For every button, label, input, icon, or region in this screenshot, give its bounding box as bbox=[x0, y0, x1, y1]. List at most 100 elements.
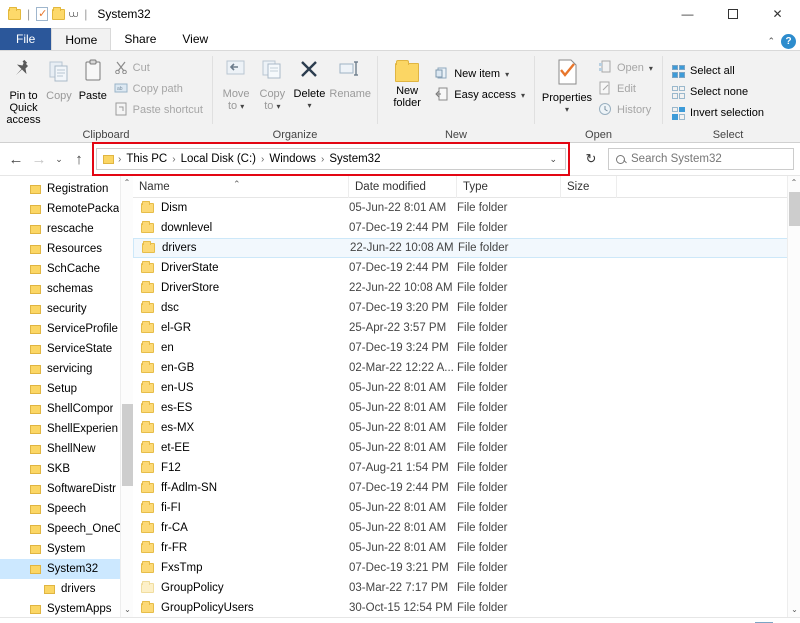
breadcrumb-windows[interactable]: Windows bbox=[265, 153, 320, 165]
tree-item[interactable]: drivers bbox=[0, 579, 133, 599]
tree-item[interactable]: security bbox=[0, 299, 133, 319]
collapse-ribbon-icon[interactable]: ⌃ bbox=[767, 36, 775, 47]
address-dropdown-icon[interactable]: ⌄ bbox=[549, 154, 561, 165]
breadcrumb-this-pc[interactable]: This PC bbox=[122, 153, 171, 165]
open-button[interactable]: Open ▾ bbox=[595, 59, 656, 77]
nav-scroll-down-icon[interactable]: ⌄ bbox=[121, 603, 133, 617]
file-scroll-thumb[interactable] bbox=[789, 192, 800, 226]
customize-caret-icon[interactable]: ⩊ bbox=[69, 9, 78, 20]
tree-item[interactable]: SoftwareDistr bbox=[0, 479, 133, 499]
file-scroll-down-icon[interactable]: ⌄ bbox=[788, 603, 800, 617]
tree-item[interactable]: ShellCompor bbox=[0, 399, 133, 419]
history-button[interactable]: History bbox=[595, 101, 656, 119]
table-row[interactable]: GroupPolicyUsers 30-Oct-15 12:54 PM File f… bbox=[133, 598, 800, 617]
tree-item[interactable]: SchCache bbox=[0, 259, 133, 279]
tree-item[interactable]: Speech_OneC bbox=[0, 519, 133, 539]
properties-button[interactable]: Properties ▾ bbox=[541, 56, 593, 116]
close-button[interactable]: ✕ bbox=[755, 0, 800, 28]
table-row[interactable]: fi-FI 05-Jun-22 8:01 AM File folder bbox=[133, 498, 800, 518]
new-folder-icon[interactable] bbox=[52, 6, 66, 20]
tree-item[interactable]: Resources bbox=[0, 239, 133, 259]
properties-caret-icon[interactable]: ▾ bbox=[565, 104, 569, 116]
copy-path-button[interactable]: ab Copy path bbox=[111, 80, 206, 98]
table-row[interactable]: drivers 22-Jun-22 10:08 AM File folder bbox=[133, 238, 800, 258]
pin-to-quick-access-button[interactable]: Pin to Quick access bbox=[6, 56, 41, 126]
tree-item[interactable]: Registration bbox=[0, 179, 133, 199]
file-list-scrollbar[interactable]: ⌃ ⌄ bbox=[787, 176, 800, 617]
help-button[interactable]: ? bbox=[781, 34, 796, 49]
column-header-date-modified[interactable]: Date modified bbox=[349, 176, 457, 198]
edit-button[interactable]: Edit bbox=[595, 80, 656, 98]
tree-item[interactable]: ShellExperien bbox=[0, 419, 133, 439]
table-row[interactable]: ff-Adlm-SN 07-Dec-19 2:44 PM File folder bbox=[133, 478, 800, 498]
nav-scroll-up-icon[interactable]: ⌃ bbox=[121, 176, 133, 190]
copy-button[interactable]: Copy bbox=[43, 56, 75, 102]
table-row[interactable]: GroupPolicy 03-Mar-22 7:17 PM File folder bbox=[133, 578, 800, 598]
easy-access-caret-icon[interactable]: ▾ bbox=[521, 91, 525, 100]
table-row[interactable]: DriverStore 22-Jun-22 10:08 AM File folder bbox=[133, 278, 800, 298]
table-row[interactable]: F12 07-Aug-21 1:54 PM File folder bbox=[133, 458, 800, 478]
tree-item[interactable]: Speech bbox=[0, 499, 133, 519]
tree-item[interactable]: rescache bbox=[0, 219, 133, 239]
breadcrumb-local-disk[interactable]: Local Disk (C:) bbox=[177, 153, 260, 165]
table-row[interactable]: FxsTmp 07-Dec-19 3:21 PM File folder bbox=[133, 558, 800, 578]
refresh-button[interactable]: ↻ bbox=[581, 151, 601, 167]
table-row[interactable]: Dism 05-Jun-22 8:01 AM File folder bbox=[133, 198, 800, 218]
forward-button[interactable]: → bbox=[29, 151, 49, 168]
table-row[interactable]: downlevel 07-Dec-19 2:44 PM File folder bbox=[133, 218, 800, 238]
table-row[interactable]: en 07-Dec-19 3:24 PM File folder bbox=[133, 338, 800, 358]
tree-item[interactable]: RemotePacka bbox=[0, 199, 133, 219]
rename-button[interactable]: Rename bbox=[329, 56, 371, 100]
cut-button[interactable]: Cut bbox=[111, 59, 206, 77]
select-all-button[interactable]: Select all bbox=[669, 62, 767, 80]
tree-item[interactable]: schemas bbox=[0, 279, 133, 299]
minimize-button[interactable]: — bbox=[665, 0, 710, 28]
tree-item[interactable]: ServiceProfile bbox=[0, 319, 133, 339]
delete-button[interactable]: Delete ▾ bbox=[291, 56, 327, 112]
maximize-button[interactable] bbox=[710, 0, 755, 28]
nav-pane-scrollbar[interactable]: ⌃ ⌄ bbox=[120, 176, 133, 617]
table-row[interactable]: es-ES 05-Jun-22 8:01 AM File folder bbox=[133, 398, 800, 418]
easy-access-button[interactable]: Easy access ▾ bbox=[432, 86, 528, 104]
table-row[interactable]: et-EE 05-Jun-22 8:01 AM File folder bbox=[133, 438, 800, 458]
file-scroll-up-icon[interactable]: ⌃ bbox=[788, 176, 800, 190]
breadcrumb-system32[interactable]: System32 bbox=[325, 153, 384, 165]
column-header-size[interactable]: Size bbox=[561, 176, 617, 198]
tree-item[interactable]: SKB bbox=[0, 459, 133, 479]
tab-file[interactable]: File bbox=[0, 28, 52, 50]
table-row[interactable]: fr-CA 05-Jun-22 8:01 AM File folder bbox=[133, 518, 800, 538]
properties-icon[interactable] bbox=[36, 7, 49, 21]
folder-icon[interactable] bbox=[8, 6, 21, 20]
table-row[interactable]: el-GR 25-Apr-22 3:57 PM File folder bbox=[133, 318, 800, 338]
new-folder-button[interactable]: New folder bbox=[384, 56, 430, 109]
invert-selection-button[interactable]: Invert selection bbox=[669, 104, 767, 122]
table-row[interactable]: DriverState 07-Dec-19 2:44 PM File folder bbox=[133, 258, 800, 278]
open-caret-icon[interactable]: ▾ bbox=[649, 64, 653, 73]
new-item-caret-icon[interactable]: ▾ bbox=[505, 70, 509, 79]
up-button[interactable]: ↑ bbox=[69, 151, 89, 168]
tab-view[interactable]: View bbox=[169, 28, 221, 50]
tab-home[interactable]: Home bbox=[51, 28, 112, 50]
column-header-type[interactable]: Type bbox=[457, 176, 561, 198]
select-none-button[interactable]: Select none bbox=[669, 83, 767, 101]
search-input[interactable]: Search System32 bbox=[608, 148, 794, 170]
paste-button[interactable]: Paste bbox=[77, 56, 109, 102]
nav-scroll-thumb[interactable] bbox=[122, 404, 133, 486]
tab-share[interactable]: Share bbox=[111, 28, 169, 50]
paste-shortcut-button[interactable]: Paste shortcut bbox=[111, 101, 206, 119]
table-row[interactable]: fr-FR 05-Jun-22 8:01 AM File folder bbox=[133, 538, 800, 558]
table-row[interactable]: en-GB 02-Mar-22 12:22 A... File folder bbox=[133, 358, 800, 378]
move-to-button[interactable]: Move to ▾ bbox=[219, 56, 253, 113]
table-row[interactable]: es-MX 05-Jun-22 8:01 AM File folder bbox=[133, 418, 800, 438]
tree-item[interactable]: ServiceState bbox=[0, 339, 133, 359]
tree-item[interactable]: SystemApps bbox=[0, 599, 133, 617]
tree-item[interactable]: servicing bbox=[0, 359, 133, 379]
tree-item[interactable]: Setup bbox=[0, 379, 133, 399]
delete-caret-icon[interactable]: ▾ bbox=[307, 100, 311, 112]
tree-item[interactable]: System32 bbox=[0, 559, 133, 579]
address-bar[interactable]: › This PC › Local Disk (C:) › Windows › … bbox=[96, 148, 566, 170]
table-row[interactable]: en-US 05-Jun-22 8:01 AM File folder bbox=[133, 378, 800, 398]
tree-item[interactable]: ShellNew bbox=[0, 439, 133, 459]
copy-to-button[interactable]: Copy to ▾ bbox=[255, 56, 289, 113]
back-button[interactable]: ← bbox=[6, 151, 26, 168]
